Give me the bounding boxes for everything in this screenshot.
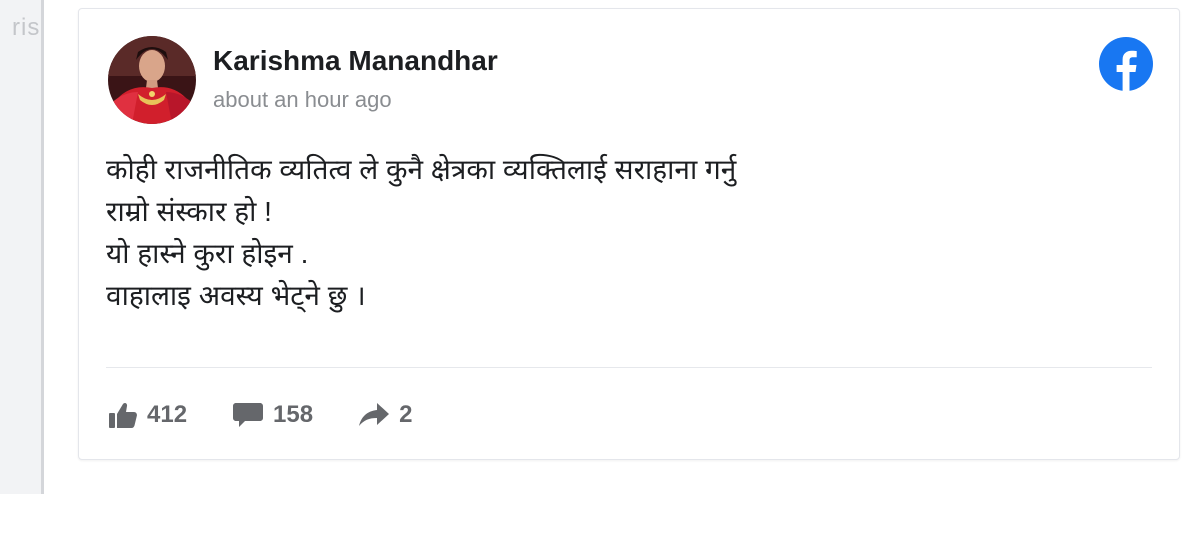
avatar-photo [108,36,196,124]
author-name[interactable]: Karishma Manandhar [213,45,498,77]
comment-button[interactable]: 158 [233,401,313,429]
post-line: यो हास्ने कुरा होइन . [106,238,309,269]
thumbs-up-icon [109,402,137,428]
background-partial-text: ris [12,14,41,41]
share-count: 2 [399,401,413,428]
facebook-logo-icon[interactable] [1099,37,1153,91]
post-line: राम्रो संस्कार हो ! [106,196,272,227]
comment-bubble-icon [233,403,264,427]
share-button[interactable]: 2 [359,401,412,429]
avatar[interactable] [108,36,196,124]
post-line: कोही राजनीतिक व्यतित्व ले कुनै क्षेत्रका… [106,154,737,185]
background-page-strip: ris [0,0,44,494]
like-count: 412 [147,401,188,428]
reaction-bar: 412 158 2 [109,399,458,431]
post-line: वाहालाइ अवस्य भेट्ने छु । [106,280,366,311]
page: ris Karishma Manandhar about an hour ago [0,0,1200,539]
post-text: कोही राजनीतिक व्यतित्व ले कुनै क्षेत्रका… [106,149,1106,317]
like-button[interactable]: 412 [109,401,187,429]
post-timestamp[interactable]: about an hour ago [213,87,392,113]
post-card: Karishma Manandhar about an hour ago कोह… [78,8,1180,460]
divider [106,367,1152,368]
share-arrow-icon [359,403,390,426]
comment-count: 158 [273,401,314,428]
